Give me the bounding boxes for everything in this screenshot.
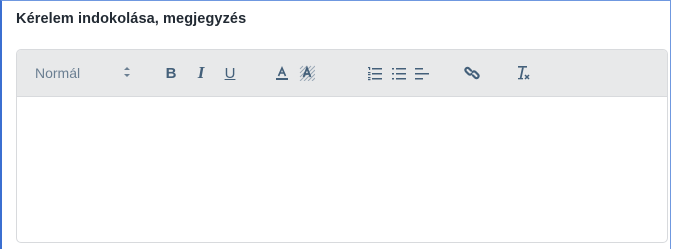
clear-format-icon bbox=[515, 65, 531, 81]
format-select-value: Normál bbox=[35, 65, 81, 81]
link-icon bbox=[464, 65, 480, 81]
font-color-button[interactable] bbox=[272, 50, 292, 96]
chevron-updown-icon bbox=[123, 65, 131, 79]
editor-toolbar: Normál B I U bbox=[17, 50, 667, 97]
background-color-icon bbox=[299, 65, 315, 81]
link-button[interactable] bbox=[462, 50, 482, 96]
bold-button[interactable]: B bbox=[161, 50, 181, 96]
ordered-list-icon bbox=[367, 65, 383, 81]
field-label: Kérelem indokolása, megjegyzés bbox=[16, 11, 247, 27]
font-color-icon bbox=[274, 65, 290, 81]
underline-icon: U bbox=[224, 64, 236, 82]
align-button[interactable] bbox=[412, 50, 432, 96]
format-select[interactable]: Normál bbox=[35, 50, 135, 96]
form-field-frame: Kérelem indokolása, megjegyzés Normál B … bbox=[0, 0, 671, 249]
rich-text-editor: Normál B I U bbox=[16, 49, 668, 243]
italic-button[interactable]: I bbox=[191, 50, 211, 96]
bold-icon: B bbox=[165, 64, 177, 82]
underline-button[interactable]: U bbox=[220, 50, 240, 96]
ordered-list-button[interactable] bbox=[365, 50, 385, 96]
editor-content-area[interactable] bbox=[17, 97, 667, 242]
italic-icon: I bbox=[197, 63, 205, 82]
bullet-list-icon bbox=[391, 65, 407, 81]
align-icon bbox=[414, 65, 430, 81]
bullet-list-button[interactable] bbox=[389, 50, 409, 96]
clear-format-button[interactable] bbox=[513, 50, 533, 96]
background-color-button[interactable] bbox=[297, 50, 317, 96]
